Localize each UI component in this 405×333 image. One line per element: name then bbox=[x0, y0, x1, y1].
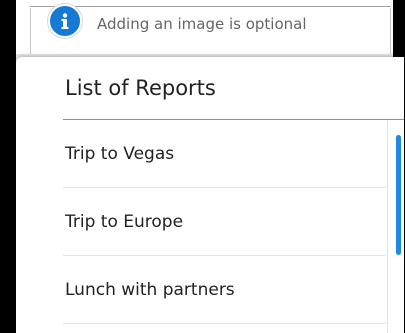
dialog-title: List of Reports bbox=[65, 76, 216, 100]
reports-dialog: List of Reports Trip to Vegas Trip to Eu… bbox=[16, 57, 404, 333]
info-icon bbox=[48, 4, 82, 38]
banner-message: Adding an image is optional bbox=[97, 15, 307, 33]
device-frame-left bbox=[0, 0, 16, 333]
screen: Adding an image is optional List of Repo… bbox=[0, 0, 405, 333]
list-item-label: Trip to Vegas bbox=[65, 144, 175, 164]
reports-list: Trip to Vegas Trip to Europe Lunch with … bbox=[63, 120, 386, 324]
list-item-trip-to-europe[interactable]: Trip to Europe bbox=[63, 188, 386, 256]
list-item-lunch-with-partners[interactable]: Lunch with partners bbox=[63, 256, 386, 324]
list-item-label: Trip to Europe bbox=[65, 212, 184, 232]
list-item-trip-to-vegas[interactable]: Trip to Vegas bbox=[63, 120, 386, 188]
list-separator bbox=[387, 120, 388, 333]
list-item-label: Lunch with partners bbox=[65, 280, 235, 300]
banner-divider bbox=[30, 6, 391, 7]
scrollbar[interactable] bbox=[396, 135, 401, 255]
